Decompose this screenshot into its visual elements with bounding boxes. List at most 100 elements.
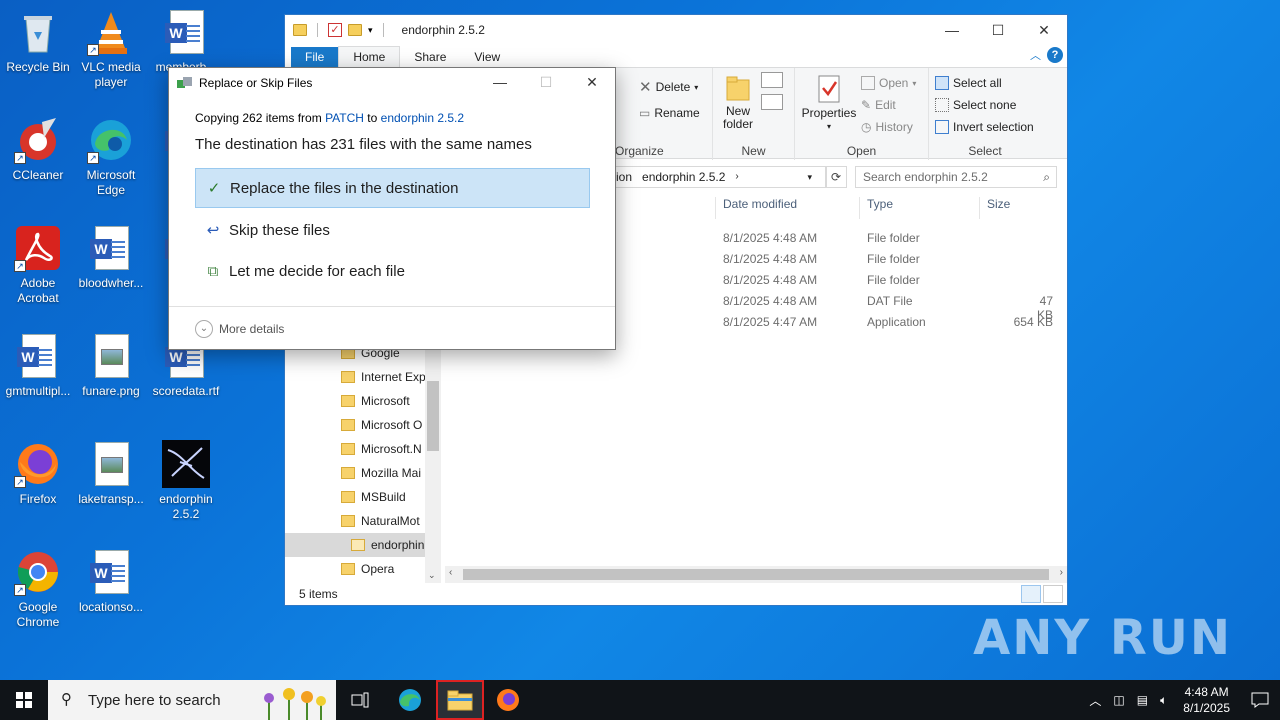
- desktop-icon-acrobat[interactable]: ↗ Adobe Acrobat: [0, 224, 76, 306]
- taskbar-file-explorer-button[interactable]: [436, 680, 484, 720]
- chevron-down-icon[interactable]: ⌄: [428, 570, 436, 581]
- group-title-new: New: [741, 144, 766, 158]
- desktop-icon-firefox[interactable]: ↗ Firefox: [0, 440, 76, 507]
- shortcut-arrow-icon: ↗: [87, 44, 99, 56]
- desktop-icon-laketransp[interactable]: laketransp...: [73, 440, 149, 507]
- delete-button[interactable]: ✕ Delete ▾: [639, 78, 698, 96]
- desktop-icon-memberb[interactable]: W memberb...: [148, 8, 224, 75]
- edit-button[interactable]: ✎ Edit: [861, 98, 896, 112]
- close-button[interactable]: ✕: [569, 68, 615, 96]
- divider: [382, 23, 384, 37]
- desktop-icon-gmtmultipl[interactable]: W gmtmultipl...: [0, 332, 76, 399]
- desktop-icon-bloodwher[interactable]: W bloodwher...: [73, 224, 149, 291]
- minimize-button[interactable]: —: [929, 15, 975, 45]
- easy-access-icon[interactable]: [761, 94, 783, 110]
- volume-icon[interactable]: 🔈︎: [1160, 693, 1167, 708]
- nav-item-label: MSBuild: [361, 490, 406, 504]
- new-folder-label: New folder: [722, 104, 754, 131]
- task-view-button[interactable]: [336, 680, 384, 720]
- dialog-title-bar[interactable]: Replace or Skip Files — ☐ ✕: [169, 68, 615, 98]
- history-button[interactable]: ◷ History: [861, 120, 913, 134]
- destination-link[interactable]: endorphin 2.5.2: [381, 111, 464, 125]
- replace-files-option[interactable]: ✓ Replace the files in the destination: [195, 168, 590, 208]
- chevron-up-icon[interactable]: ︿: [1089, 692, 1101, 709]
- desktop-icon-recycle-bin[interactable]: Recycle Bin: [0, 8, 76, 75]
- nav-item-opera[interactable]: Opera: [341, 557, 425, 581]
- maximize-button[interactable]: ☐: [975, 15, 1021, 45]
- chevron-down-icon[interactable]: ▾: [368, 25, 373, 36]
- select-none-button[interactable]: Select none: [935, 98, 1016, 112]
- horizontal-scrollbar[interactable]: ‹ ›: [445, 566, 1067, 583]
- invert-selection-button[interactable]: Invert selection: [935, 120, 1034, 134]
- nav-item-internet-explorer[interactable]: Internet Exp: [341, 365, 425, 389]
- column-header-type[interactable]: Type: [867, 197, 893, 223]
- open-button[interactable]: Open ▾: [861, 76, 916, 90]
- network-icon[interactable]: ▤: [1137, 693, 1148, 707]
- desktop-icon-endorphin[interactable]: endorphin 2.5.2: [148, 440, 224, 522]
- horizontal-scrollbar-thumb[interactable]: [463, 569, 1049, 580]
- close-button[interactable]: ✕: [1021, 15, 1067, 45]
- rename-button[interactable]: ▭ Rename: [639, 106, 700, 120]
- skip-files-option[interactable]: ↩ Skip these files: [195, 210, 590, 250]
- group-title-organize: Organize: [615, 144, 664, 158]
- chevron-left-icon[interactable]: ‹: [449, 567, 452, 578]
- decide-each-file-option[interactable]: ⧉ Let me decide for each file: [195, 251, 590, 291]
- tab-home[interactable]: Home: [338, 46, 401, 67]
- desktop-icon-locationso[interactable]: W locationso...: [73, 548, 149, 615]
- column-header-size[interactable]: Size: [987, 197, 1010, 223]
- explorer-title-bar[interactable]: ✓ ▾ endorphin 2.5.2 — ☐ ✕: [285, 15, 1067, 45]
- nav-item-microsoft-net[interactable]: Microsoft.N: [341, 437, 425, 461]
- minimize-button[interactable]: —: [477, 68, 523, 96]
- new-item-icon[interactable]: [761, 72, 783, 88]
- taskbar-edge-button[interactable]: [386, 680, 434, 720]
- nav-item-microsoft-office[interactable]: Microsoft O: [341, 413, 425, 437]
- source-link[interactable]: PATCH: [325, 111, 364, 125]
- desktop-icon-ccleaner[interactable]: ↗ CCleaner: [0, 116, 76, 183]
- start-button[interactable]: [0, 680, 48, 720]
- tab-share[interactable]: Share: [400, 47, 460, 67]
- nav-scrollbar-thumb[interactable]: [427, 381, 439, 451]
- search-icon: ⌕: [1043, 170, 1050, 184]
- chevron-right-icon[interactable]: ›: [1060, 567, 1063, 578]
- folder-icon: [341, 395, 355, 407]
- properties-button[interactable]: Properties ▾: [801, 74, 857, 133]
- large-icons-view-button[interactable]: [1043, 585, 1063, 603]
- taskbar-search-box[interactable]: ⚲ Type here to search: [48, 680, 336, 720]
- system-clock[interactable]: 4:48 AM 8/1/2025: [1183, 684, 1230, 716]
- replace-or-skip-dialog[interactable]: Replace or Skip Files — ☐ ✕ Copying 262 …: [168, 67, 616, 350]
- nav-item-mozilla[interactable]: Mozilla Mai: [341, 461, 425, 485]
- search-icon: ⚲: [61, 691, 72, 708]
- new-folder-icon: [726, 76, 750, 101]
- chevron-up-icon[interactable]: ︿: [1030, 47, 1041, 63]
- notifications-button[interactable]: [1240, 692, 1280, 708]
- more-details-toggle[interactable]: ⌄ More details: [195, 320, 284, 338]
- shortcut-arrow-icon: ↗: [87, 152, 99, 164]
- breadcrumb-current[interactable]: endorphin 2.5.2: [642, 167, 725, 187]
- desktop-icon-chrome[interactable]: ↗ Google Chrome: [0, 548, 76, 630]
- address-bar[interactable]: ion endorphin 2.5.2 › ▾: [611, 166, 827, 188]
- nav-item-microsoft[interactable]: Microsoft: [341, 389, 425, 413]
- desktop-icon-edge[interactable]: ↗ Microsoft Edge: [73, 116, 149, 198]
- chevron-down-icon[interactable]: ▾: [807, 167, 812, 187]
- help-icon[interactable]: ?: [1047, 47, 1063, 63]
- chevron-right-icon[interactable]: ›: [735, 167, 738, 187]
- new-folder-quick-icon[interactable]: [348, 24, 362, 36]
- desktop-icon-funare[interactable]: funare.png: [73, 332, 149, 399]
- select-all-button[interactable]: Select all: [935, 76, 1002, 90]
- tab-file[interactable]: File: [291, 47, 339, 67]
- details-view-button[interactable]: [1021, 585, 1041, 603]
- nav-item-msbuild[interactable]: MSBuild: [341, 485, 425, 509]
- search-input[interactable]: Search endorphin 2.5.2 ⌕: [855, 166, 1057, 188]
- taskbar-firefox-button[interactable]: [484, 680, 532, 720]
- column-header-date[interactable]: Date modified: [723, 197, 797, 223]
- clock-time: 4:48 AM: [1184, 685, 1229, 699]
- desktop-icon-vlc[interactable]: ↗ VLC media player: [73, 8, 149, 90]
- nav-item-endorphin[interactable]: endorphin: [285, 533, 425, 557]
- meet-now-icon[interactable]: ◫: [1113, 693, 1124, 707]
- breadcrumb-segment[interactable]: ion: [616, 167, 632, 187]
- refresh-button[interactable]: ⟳: [825, 166, 847, 188]
- tab-view[interactable]: View: [460, 47, 514, 67]
- nav-item-naturalmotion[interactable]: NaturalMot: [341, 509, 425, 533]
- new-folder-button[interactable]: New folder: [721, 74, 755, 131]
- properties-quick-icon[interactable]: ✓: [328, 23, 342, 37]
